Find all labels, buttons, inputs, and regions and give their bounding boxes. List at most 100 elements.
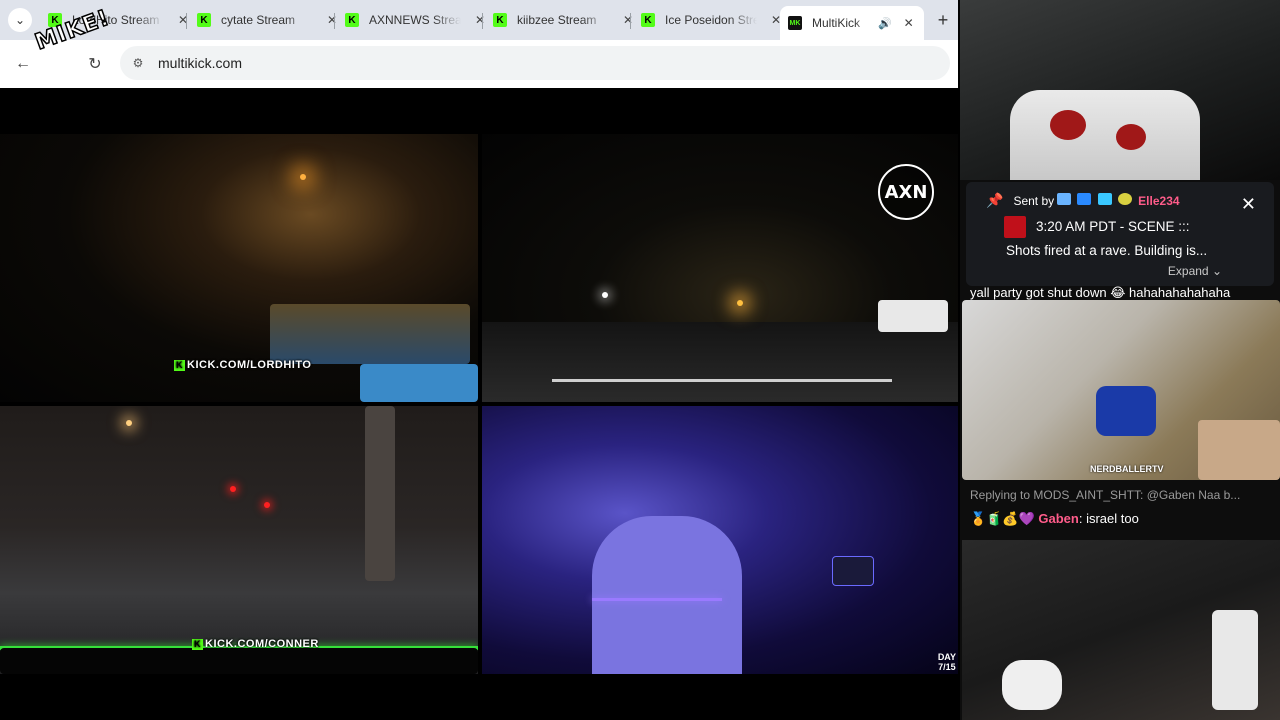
- light-glow: [602, 292, 608, 298]
- axn-news-logo: AXN: [878, 164, 934, 220]
- tab-strip: ⌄ K LordHito Stream ✕ K cytate Stream ✕ …: [0, 0, 958, 40]
- car-display: [832, 556, 874, 586]
- tab-search-button[interactable]: ⌄: [8, 8, 32, 32]
- tab-divider: [630, 13, 631, 29]
- webcam-middle[interactable]: NERDBALLERTV: [962, 300, 1280, 480]
- multikick-icon: MK: [788, 16, 802, 30]
- avatar: [1004, 216, 1026, 239]
- chat-colon: :: [1078, 511, 1083, 526]
- badge-icon: [1077, 193, 1092, 205]
- stream-player-3[interactable]: K KICK.COM/CONNER: [0, 406, 478, 674]
- kick-icon: K: [493, 13, 507, 27]
- pinned-line-1: 3:20 AM PDT - SCENE :::: [1036, 219, 1190, 234]
- blue-cooler: [360, 364, 478, 402]
- person-in-bed: [1010, 90, 1200, 180]
- close-icon[interactable]: ✕: [1241, 194, 1256, 215]
- car-hood: [0, 648, 478, 674]
- address-bar[interactable]: ⚙ multikick.com: [120, 46, 950, 80]
- badge-icon: [1118, 193, 1133, 205]
- tab-divider: [334, 13, 335, 29]
- expand-button[interactable]: Expand ⌄: [1168, 264, 1222, 278]
- table-scene: [270, 304, 470, 364]
- person: [1002, 660, 1062, 710]
- stream-player-1[interactable]: K KICK.COM/LORDHITO: [0, 134, 478, 402]
- day-badge: DAY 7/15: [938, 652, 956, 672]
- tab-title: kiibzee Stream: [517, 13, 597, 27]
- kick-icon: K: [174, 359, 185, 371]
- chat-message: 🏅🧃💰💜 Gaben: israel too: [970, 511, 1139, 527]
- tab-title: cytate Stream: [221, 13, 296, 27]
- kick-icon: K: [345, 13, 359, 27]
- kick-icon: K: [192, 638, 203, 650]
- driver: [592, 516, 742, 674]
- expand-label: Expand: [1167, 264, 1209, 278]
- watermark-text: KICK.COM/LORDHITO: [187, 359, 312, 371]
- chat-username[interactable]: Gaben: [1038, 511, 1078, 526]
- blender: [1212, 610, 1258, 710]
- tab-divider: [186, 13, 187, 29]
- stream-watermark: NERDBALLERTV: [1090, 464, 1164, 474]
- close-icon[interactable]: ✕: [902, 16, 916, 30]
- pole: [365, 406, 395, 581]
- chevron-down-icon: ⌄: [1211, 264, 1222, 278]
- pinned-message: 📌 Sent by Elle234 ✕ 3:20 AM PDT - SCENE …: [966, 182, 1274, 286]
- stream-watermark: K KICK.COM/LORDHITO: [174, 359, 311, 371]
- watermark-text: KICK.COM/CONNER: [205, 638, 319, 650]
- chevron-down-icon: ⌄: [14, 13, 26, 27]
- arrow-left-icon: ←: [15, 55, 31, 72]
- tab-divider: [482, 13, 483, 29]
- pinned-line-2: Shots fired at a rave. Building is...: [1006, 243, 1208, 258]
- light-glow: [737, 300, 743, 306]
- day-label: DAY: [937, 652, 956, 662]
- pin-icon: 📌: [986, 192, 1004, 208]
- reload-button[interactable]: ↻: [80, 49, 110, 79]
- badge-icon: [1097, 193, 1112, 205]
- blanket-pattern: [1050, 110, 1086, 140]
- tab-axnnews[interactable]: K AXNNEWS Stream ✕: [337, 6, 495, 34]
- chat-message: yall party got shut down 😂 hahahahahahah…: [970, 285, 1231, 300]
- tab-multikick[interactable]: MK MultiKick 🔊 ✕: [780, 6, 924, 40]
- user-badges: 🏅🧃💰💜: [970, 511, 1035, 526]
- kick-icon: K: [641, 13, 655, 27]
- kick-icon: K: [197, 13, 211, 27]
- light-glow: [300, 174, 306, 180]
- badge-icon: [1057, 193, 1072, 205]
- stream-player-2[interactable]: AXN: [482, 134, 958, 402]
- plus-icon: +: [937, 10, 949, 30]
- pinned-header: 📌 Sent by Elle234: [986, 192, 1180, 209]
- reply-preview[interactable]: Replying to MODS_AINT_SHTT: @Gaben Naa b…: [970, 488, 1240, 502]
- side-panel: 📌 Sent by Elle234 ✕ 3:20 AM PDT - SCENE …: [960, 0, 1280, 720]
- chat-text: israel too: [1086, 511, 1139, 526]
- sent-by-label: Sent by: [1013, 193, 1055, 208]
- browser-window: ⌄ K LordHito Stream ✕ K cytate Stream ✕ …: [0, 0, 958, 88]
- pinned-username[interactable]: Elle234: [1138, 194, 1179, 208]
- user-badges: [1054, 193, 1133, 208]
- close-icon[interactable]: ✕: [176, 13, 190, 27]
- webcam-bottom[interactable]: [962, 540, 1280, 720]
- road-line: [552, 379, 892, 382]
- back-button[interactable]: ←: [8, 49, 38, 79]
- police-car: [878, 300, 948, 332]
- browser-toolbar: ← ↻ ⚙ multikick.com: [0, 40, 958, 88]
- url-text[interactable]: multikick.com: [158, 55, 242, 71]
- traffic-light: [230, 486, 236, 492]
- site-settings-icon[interactable]: ⚙: [124, 49, 152, 77]
- day-count: 7/15: [938, 662, 956, 672]
- tab-title: MultiKick: [812, 16, 861, 30]
- stream-player-4[interactable]: DAY 7/15: [482, 406, 958, 674]
- tab-title: Ice Poseidon Stream: [665, 13, 757, 27]
- tab-ice-poseidon[interactable]: K Ice Poseidon Stream ✕: [633, 6, 791, 34]
- tab-kiibzee[interactable]: K kiibzee Stream ✕: [485, 6, 643, 34]
- stream-watermark: K KICK.COM/CONNER: [192, 638, 319, 650]
- tab-cytate[interactable]: K cytate Stream ✕: [189, 6, 347, 34]
- blanket-pattern: [1116, 124, 1146, 150]
- traffic-light: [264, 502, 270, 508]
- reload-icon: ↻: [88, 56, 102, 73]
- webcam-top[interactable]: [960, 0, 1280, 180]
- pinned-text: 3:20 AM PDT - SCENE ::: Shots fired at a…: [1004, 215, 1262, 263]
- new-tab-button[interactable]: +: [932, 9, 954, 31]
- speaker-icon[interactable]: 🔊: [878, 17, 892, 30]
- road: [482, 322, 958, 402]
- stream-grid: K KICK.COM/LORDHITO AXN K KICK.COM/CONNE…: [0, 134, 958, 674]
- street-lamp: [126, 420, 132, 426]
